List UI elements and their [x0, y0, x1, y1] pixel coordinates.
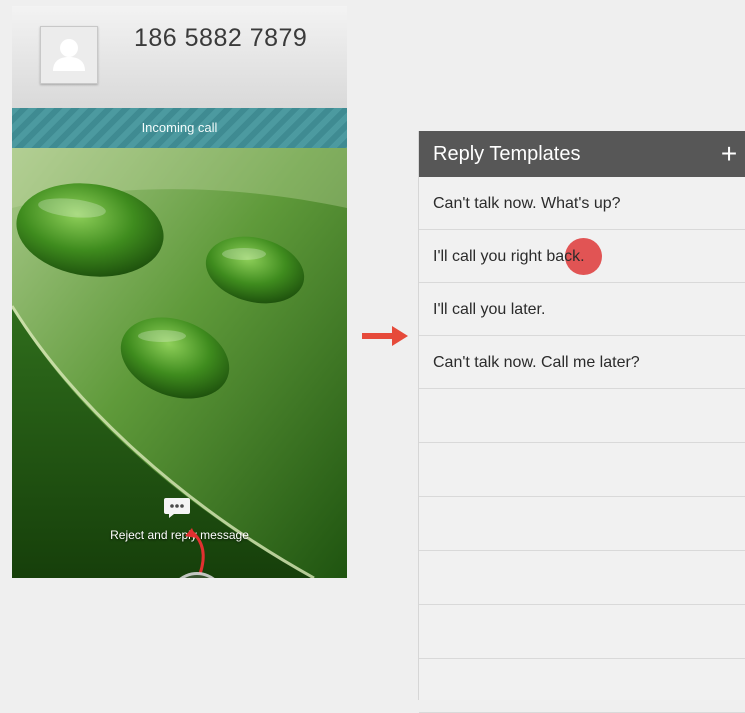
- empty-template-row: [419, 443, 745, 497]
- empty-template-row: [419, 605, 745, 659]
- chat-bubble-icon[interactable]: [164, 498, 190, 518]
- add-template-button[interactable]: +: [712, 131, 745, 177]
- contact-avatar: [40, 26, 98, 84]
- caller-header: 186 5882 7879: [12, 6, 347, 108]
- template-list: Can't talk now. What's up? I'll call you…: [419, 177, 745, 713]
- arrow-right-icon: [362, 326, 408, 346]
- incoming-call-screen: 186 5882 7879 Incoming call Reject and r…: [12, 6, 347, 578]
- reply-templates-title: Reply Templates: [433, 143, 581, 165]
- reply-templates-header: Reply Templates +: [419, 131, 745, 177]
- caller-number: 186 5882 7879: [134, 24, 308, 52]
- empty-template-row: [419, 497, 745, 551]
- template-item[interactable]: I'll call you later.: [419, 283, 745, 336]
- empty-template-row: [419, 551, 745, 605]
- template-item[interactable]: Can't talk now. What's up?: [419, 177, 745, 230]
- wallpaper: Reject and reply message: [12, 148, 347, 578]
- template-item-selected[interactable]: I'll call you right back.: [419, 230, 745, 283]
- person-silhouette-icon: [53, 39, 85, 71]
- template-item-label: I'll call you right back.: [433, 248, 585, 265]
- call-status-bar: Incoming call: [12, 108, 347, 148]
- empty-template-row: [419, 659, 745, 713]
- swipe-up-arrow-icon: [185, 528, 205, 575]
- empty-template-row: [419, 389, 745, 443]
- template-item[interactable]: Can't talk now. Call me later?: [419, 336, 745, 389]
- reply-templates-panel: Reply Templates + Can't talk now. What's…: [418, 131, 745, 713]
